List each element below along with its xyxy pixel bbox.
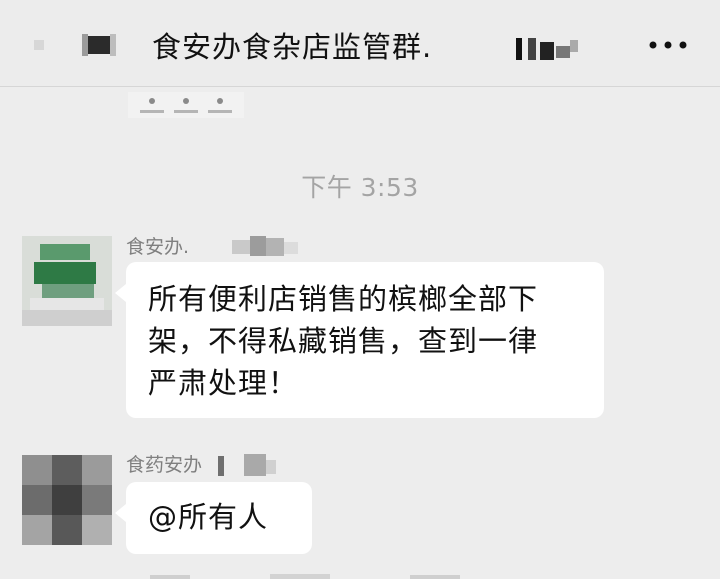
message-timestamp: 下午 3:53 <box>301 173 419 202</box>
sender-name-blur <box>232 236 298 256</box>
back-arrow-icon[interactable] <box>20 26 130 66</box>
message-text-line: 严肃处理！ <box>148 366 299 400</box>
message-text-line: 架，不得私藏销售，查到一律 <box>148 324 539 358</box>
chat-header: 食安办食杂店监管群. <box>0 0 720 87</box>
previous-message-preview <box>128 92 244 118</box>
more-options-button[interactable] <box>640 24 696 64</box>
message-bubble[interactable]: 所有便利店销售的槟榔全部下 架，不得私藏销售，查到一律 严肃处理！ <box>115 262 604 418</box>
sender-avatar[interactable] <box>22 236 112 326</box>
chat-title: 食安办食杂店监管群. <box>152 30 433 64</box>
sender-name-blur <box>218 454 276 476</box>
sender-name: 食安办. <box>126 236 190 258</box>
sender-name: 食药安办 <box>126 454 203 476</box>
member-count-blur <box>516 38 578 60</box>
sender-avatar[interactable] <box>22 455 112 545</box>
message-text: @所有人 <box>148 500 269 534</box>
next-message-preview <box>150 574 460 579</box>
message-bubble[interactable]: @所有人 <box>115 482 312 554</box>
more-dots-icon <box>649 41 687 49</box>
message-text-line: 所有便利店销售的槟榔全部下 <box>148 282 539 316</box>
